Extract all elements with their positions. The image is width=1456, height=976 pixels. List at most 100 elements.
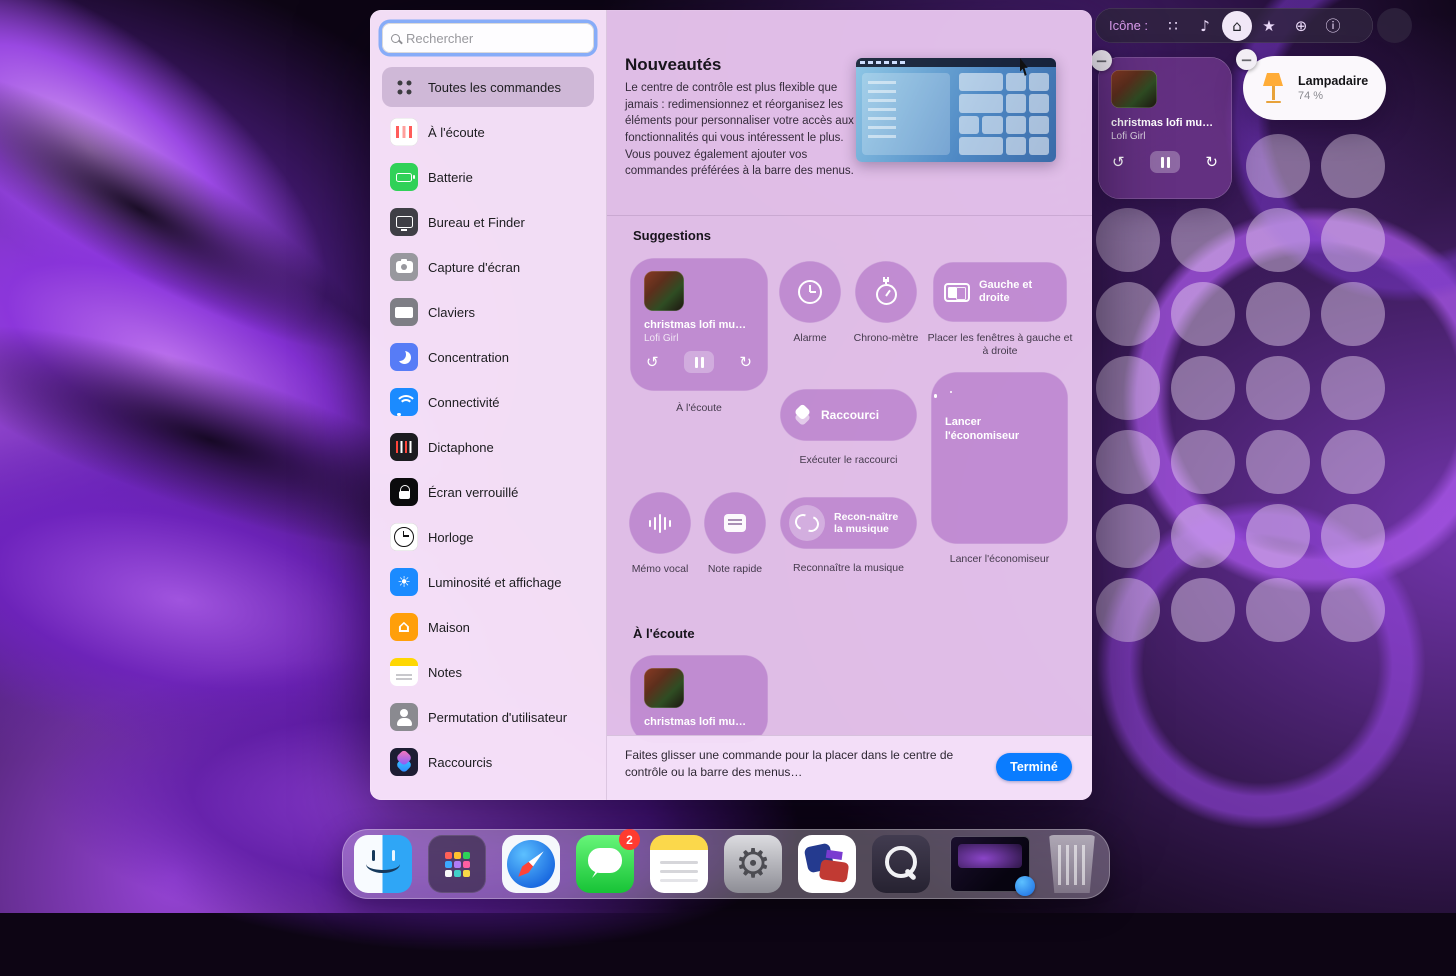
style-star-button[interactable]: ★ <box>1254 11 1284 41</box>
lamp-widget[interactable]: − Lampadaire 74 % <box>1243 56 1386 120</box>
tile-text: Recon-naître la musique <box>834 511 908 535</box>
lamp-title: Lampadaire <box>1298 74 1368 88</box>
empty-slot <box>1321 430 1385 494</box>
gear-icon: ⚙ <box>735 844 771 884</box>
empty-slot <box>1096 578 1160 642</box>
track-title: christmas lofi mu… <box>1111 117 1219 129</box>
style-music-note-button[interactable]: ♪ <box>1190 11 1220 41</box>
style-home-button[interactable]: ⌂ <box>1222 11 1252 41</box>
dock-notes-icon[interactable] <box>650 835 708 893</box>
sidebar-item-keyboards[interactable]: Claviers <box>382 292 594 332</box>
stopwatch-icon <box>876 284 897 305</box>
wifi-icon <box>390 388 418 416</box>
clock-icon <box>390 523 418 551</box>
sidebar-item-voice-memos[interactable]: Dictaphone <box>382 427 594 467</box>
skip-forward-icon[interactable]: ↻ <box>739 355 752 370</box>
sidebar-item-home[interactable]: ⌂ Maison <box>382 607 594 647</box>
dock-window-thumbnail[interactable] <box>950 836 1030 892</box>
screensaver-control-tile[interactable]: Lancer l'économiseur <box>931 372 1068 544</box>
dock-launchpad-icon[interactable] <box>428 835 486 893</box>
dock-freeform-icon[interactable] <box>798 835 856 893</box>
now-playing-icon <box>390 118 418 146</box>
done-button[interactable]: Terminé <box>996 753 1072 781</box>
voice-memo-control-tile[interactable] <box>629 492 691 554</box>
search-field[interactable] <box>382 23 594 53</box>
shazam-icon <box>789 505 825 541</box>
search-input[interactable] <box>406 31 585 46</box>
sidebar-item-label: Horloge <box>428 530 474 545</box>
sidebar-item-connectivity[interactable]: Connectivité <box>382 382 594 422</box>
suggestions-title: Suggestions <box>633 228 711 243</box>
sidebar-item-battery[interactable]: Batterie <box>382 157 594 197</box>
moon-icon <box>390 343 418 371</box>
empty-slot <box>1096 282 1160 346</box>
waveform-icon <box>649 514 672 533</box>
timer-control-tile[interactable] <box>855 261 917 323</box>
artist-name: Lofi Girl <box>644 333 754 344</box>
empty-slot <box>1171 282 1235 346</box>
sidebar-item-user-switching[interactable]: Permutation d'utilisateur <box>382 697 594 737</box>
desktop-icon <box>390 208 418 236</box>
skip-back-icon[interactable]: ↺ <box>1112 155 1125 170</box>
dock-messages-icon[interactable]: 2 <box>576 835 634 893</box>
track-title: christmas lofi mu… <box>644 716 754 728</box>
style-globe-button[interactable]: ⊕ <box>1286 11 1316 41</box>
dock-settings-icon[interactable]: ⚙ <box>724 835 782 893</box>
music-recognition-control-tile[interactable]: Recon-naître la musique <box>780 497 917 549</box>
tile-label: Placer les fenêtres à gauche et à droite <box>927 332 1073 359</box>
dock-finder-icon[interactable] <box>354 835 412 893</box>
empty-slot <box>1246 504 1310 568</box>
style-info-button[interactable]: ⓘ <box>1318 11 1348 41</box>
whats-new-body: Le centre de contrôle est plus flexible … <box>625 80 857 180</box>
sidebar-item-label: Permutation d'utilisateur <box>428 710 567 725</box>
tile-label: Note rapide <box>690 563 780 576</box>
sidebar-item-display[interactable]: ☀ Luminosité et affichage <box>382 562 594 602</box>
alarm-icon <box>798 280 822 304</box>
dock-safari-icon[interactable] <box>502 835 560 893</box>
style-grid-button[interactable]: ∷ <box>1158 11 1188 41</box>
sun-icon: ☀ <box>390 568 418 596</box>
remove-widget-button[interactable]: − <box>1236 49 1257 70</box>
widget-slot-grid <box>1096 134 1385 642</box>
sidebar-item-desktop-finder[interactable]: Bureau et Finder <box>382 202 594 242</box>
dock: 2 ⚙ <box>342 829 1110 899</box>
skip-back-icon[interactable]: ↺ <box>646 355 659 370</box>
sidebar-item-shortcuts[interactable]: Raccourcis <box>382 742 594 782</box>
now-playing-control-tile[interactable]: christmas lofi mu… <box>630 655 768 743</box>
alarm-control-tile[interactable] <box>779 261 841 323</box>
now-playing-widget[interactable]: − christmas lofi mu… Lofi Girl ↺ ↻ <box>1098 57 1232 199</box>
sidebar-item-label: À l'écoute <box>428 125 485 140</box>
tile-label: Exécuter le raccourci <box>780 454 917 467</box>
pause-button[interactable] <box>684 351 714 373</box>
album-art <box>1111 70 1157 108</box>
empty-slot <box>1246 282 1310 346</box>
sidebar-item-lock-screen[interactable]: Écran verrouillé <box>382 472 594 512</box>
sidebar-item-screenshot[interactable]: Capture d'écran <box>382 247 594 287</box>
sidebar-item-clock[interactable]: Horloge <box>382 517 594 557</box>
dock-trash-icon[interactable] <box>1046 835 1098 893</box>
shortcut-control-tile[interactable]: Raccourci <box>780 389 917 441</box>
track-title: christmas lofi mu… <box>644 319 754 331</box>
empty-slot <box>1321 578 1385 642</box>
empty-slot <box>1096 208 1160 272</box>
search-icon <box>391 34 400 43</box>
remove-widget-button[interactable]: − <box>1091 50 1112 71</box>
sidebar-item-now-playing[interactable]: À l'écoute <box>382 112 594 152</box>
quick-note-control-tile[interactable] <box>704 492 766 554</box>
sidebar-item-focus[interactable]: Concentration <box>382 337 594 377</box>
control-center-settings-panel: Toutes les commandes À l'écoute Batterie… <box>370 10 1092 800</box>
empty-slot <box>1321 282 1385 346</box>
empty-slot <box>1171 356 1235 420</box>
pause-button[interactable] <box>1150 151 1180 173</box>
sidebar-item-all-commands[interactable]: Toutes les commandes <box>382 67 594 107</box>
section-divider <box>607 215 1092 216</box>
empty-slot <box>1096 430 1160 494</box>
sidebar-item-notes[interactable]: Notes <box>382 652 594 692</box>
now-playing-control-tile[interactable]: christmas lofi mu… Lofi Girl ↺ ↻ <box>630 258 768 391</box>
window-tiling-control-tile[interactable]: Gauche et droite <box>933 262 1067 322</box>
toolbar-extra-button[interactable] <box>1377 8 1412 43</box>
empty-slot <box>1246 430 1310 494</box>
dock-magnifier-icon[interactable] <box>872 835 930 893</box>
tile-label: Reconnaître la musique <box>780 562 917 575</box>
skip-forward-icon[interactable]: ↻ <box>1205 155 1218 170</box>
